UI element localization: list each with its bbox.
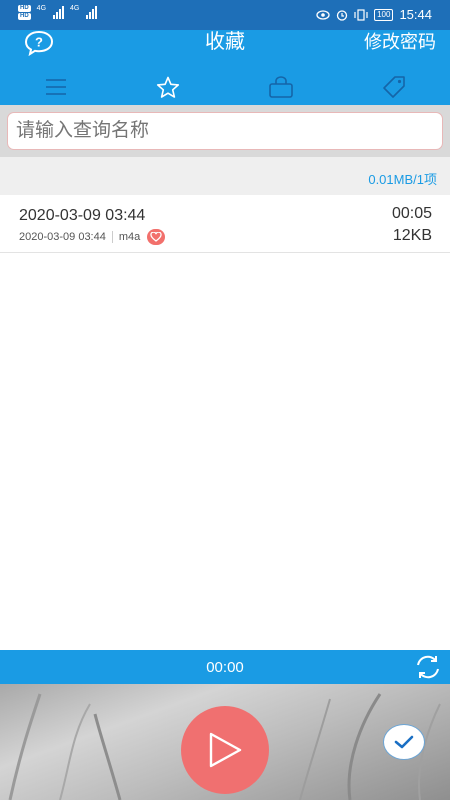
tab-private[interactable] [225,70,337,104]
tab-favorites[interactable] [112,70,224,104]
confirm-button[interactable] [383,724,425,760]
lock-icon [269,76,293,98]
checkmark-icon [394,735,414,749]
play-icon [209,732,242,768]
menu-icon [46,79,66,95]
status-bar: HD HD 4G 4G 100 15:44 [0,0,450,30]
search-bar [0,105,450,157]
network-type-2: 4G [70,5,80,12]
recording-list: 2020-03-09 03:44 2020-03-09 03:44 m4a 00… [0,195,450,253]
recording-size: 12KB [392,227,432,244]
summary-bar: 0.01MB/1项 [0,157,450,195]
recording-title: 2020-03-09 03:44 [19,207,146,224]
heart-icon [147,229,166,245]
battery-icon: 100 [374,8,394,21]
tab-tags[interactable] [338,70,450,104]
list-item[interactable]: 2020-03-09 03:44 2020-03-09 03:44 m4a 00… [0,195,450,253]
storage-summary: 0.01MB/1项 [368,172,437,187]
vibrate-icon [354,8,368,21]
hd-badges: HD HD [18,5,31,20]
change-password-button[interactable]: 修改密码 [364,30,436,54]
recording-date: 2020-03-09 03:44 [19,231,106,243]
player-time: 00:00 [206,659,244,676]
refresh-icon[interactable] [414,653,442,681]
status-bar-left: HD HD 4G 4G [18,5,98,20]
meta-divider [111,231,113,243]
player-bar: 00:00 [0,650,450,684]
signal-icon [86,5,98,19]
status-bar-right: 100 15:44 [316,7,432,22]
recording-duration: 00:05 [391,205,432,222]
tag-icon [383,76,405,98]
alarm-icon [336,9,348,21]
signal-icon [53,5,65,19]
search-input[interactable] [7,112,443,150]
recording-format: m4a [118,231,141,243]
play-button[interactable] [181,706,269,794]
tab-list[interactable] [0,70,112,104]
category-tabbar [0,70,450,104]
app-header: ? 收藏 修改密码 [0,30,450,105]
playback-controls [0,684,450,800]
status-time: 15:44 [399,7,432,22]
recording-meta: 2020-03-09 03:44 m4a [19,229,166,245]
star-icon [156,76,180,98]
network-type-1: 4G [36,5,47,12]
eye-icon [316,9,330,20]
